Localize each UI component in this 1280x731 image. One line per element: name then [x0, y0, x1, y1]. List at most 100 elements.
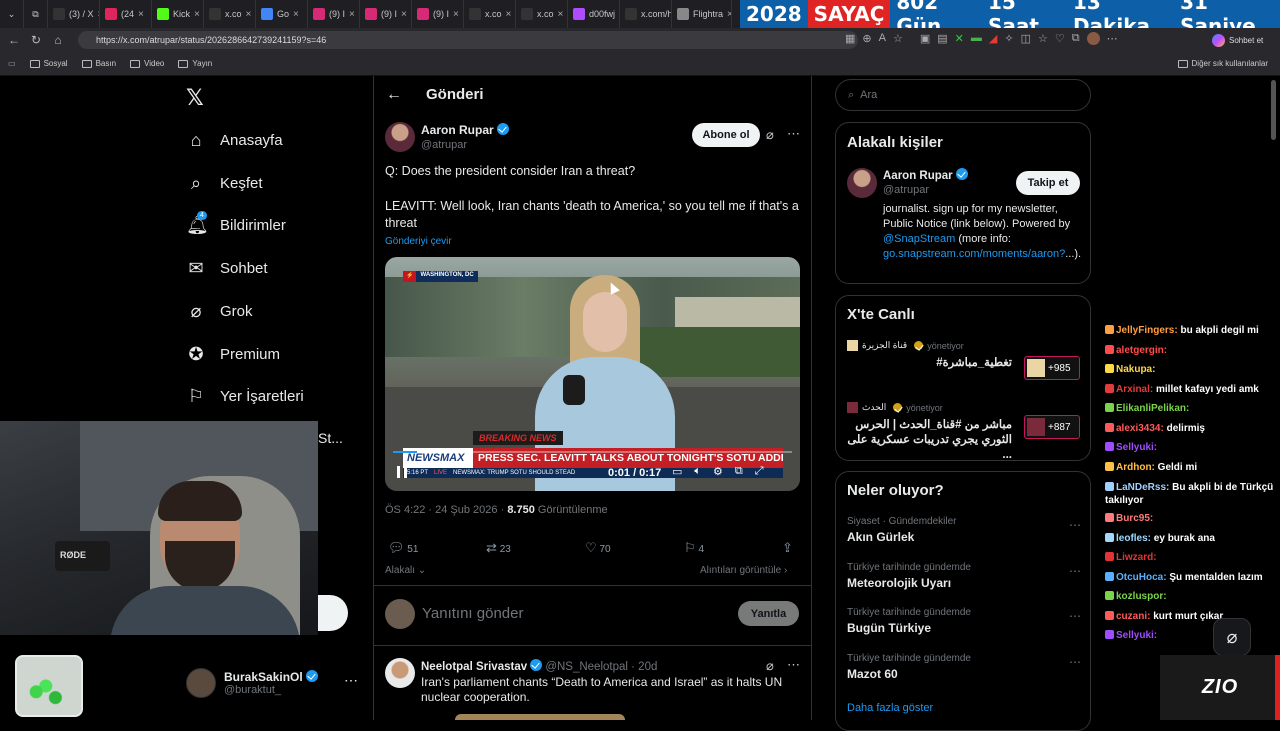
view-quotes-link[interactable]: Alıntıları görüntüle ›	[700, 565, 787, 576]
browser-tab[interactable]: x.co ×	[204, 0, 256, 28]
nav-item-partial[interactable]: St...	[318, 430, 343, 446]
browser-tab[interactable]: (9) I ×	[308, 0, 360, 28]
tab-close-icon[interactable]: ×	[349, 9, 355, 20]
workspaces-icon[interactable]: ⧉	[24, 0, 48, 28]
tab-close-icon[interactable]: ×	[138, 9, 144, 20]
post-timestamp[interactable]: ÖS 4:22 · 24 Şub 2026 ·	[385, 504, 504, 516]
person-handle[interactable]: @atrupar	[883, 184, 929, 196]
browser-tab[interactable]: x.co ×	[464, 0, 516, 28]
tab-menu-button[interactable]: ⌄	[0, 0, 24, 28]
follow-button[interactable]: Takip et	[1016, 171, 1080, 195]
extensions-puzzle-icon[interactable]: ✧	[1004, 32, 1013, 45]
tab-close-icon[interactable]: ×	[246, 9, 252, 20]
more-icon[interactable]: ⋯	[1107, 32, 1118, 45]
account-switcher[interactable]: BurakSakinOl @buraktut_	[186, 668, 318, 698]
extension-icon[interactable]: ✕	[955, 32, 964, 45]
nav-item[interactable]: ✪ Premium	[186, 344, 280, 365]
bookmark-folder[interactable]: Sosyal	[29, 59, 68, 68]
extension-icon[interactable]: ▣	[920, 32, 930, 45]
live-space-item[interactable]: قناة الجزيرة yönetiyor تغطية_مباشرة# +985	[847, 340, 1081, 398]
bookmark-folder[interactable]: Basın	[81, 59, 116, 68]
person-avatar[interactable]	[847, 168, 877, 198]
tab-close-icon[interactable]: ×	[401, 9, 407, 20]
favorite-star-icon[interactable]: ☆	[893, 32, 903, 45]
fullscreen-icon[interactable]: ⤢	[755, 465, 764, 478]
trend-item[interactable]: Türkiye tarihinde gündemde Meteorolojik U…	[847, 562, 1081, 590]
url-field[interactable]: https://x.com/atrupar/status/20262866427…	[78, 31, 858, 49]
settings-icon[interactable]: ⚙︎	[713, 465, 723, 478]
author-name[interactable]: Aaron Rupar	[421, 123, 494, 137]
back-arrow-icon[interactable]: ←	[386, 86, 402, 104]
repost-action[interactable]: ⇄ 23	[486, 540, 511, 556]
tab-close-icon[interactable]: ×	[727, 9, 731, 20]
bio-url-link[interactable]: go.snapstream.com/moments/aaron?	[883, 248, 1065, 260]
reload-icon[interactable]: ↻	[25, 29, 47, 51]
browser-tab[interactable]: Kick ×	[152, 0, 204, 28]
reply-handle[interactable]: @NS_Neelotpal	[545, 661, 628, 673]
picture-in-picture-icon[interactable]: ⧉	[735, 465, 743, 478]
extension-icon[interactable]: ▬	[971, 32, 982, 45]
video-player[interactable]: ⚡ WASHINGTON, DC BREAKING NEWS NEWSMAX P…	[385, 257, 800, 491]
x-logo-icon[interactable]: 𝕏	[186, 86, 204, 111]
favorites-icon[interactable]: ☆	[1038, 32, 1048, 45]
tab-close-icon[interactable]: ×	[506, 9, 512, 20]
tab-close-icon[interactable]: ×	[453, 9, 459, 20]
nav-item[interactable]: 🔔︎ 4 Bildirimler	[186, 211, 286, 236]
bookmark-folder[interactable]: Video	[130, 59, 164, 68]
tab-close-icon[interactable]: ×	[194, 9, 200, 20]
back-icon[interactable]: ←	[3, 29, 25, 51]
person-name[interactable]: Aaron Rupar	[883, 170, 953, 182]
tab-close-icon[interactable]: ×	[558, 9, 564, 20]
trend-item[interactable]: Siyaset · Gündemdekiler Akın Gürlek ⋯	[847, 516, 1081, 544]
profile-avatar-icon[interactable]	[1086, 32, 1100, 45]
browser-tab[interactable]: d00fwj×	[568, 0, 620, 28]
reply-author[interactable]: Neelotpal Srivastav	[421, 661, 527, 673]
show-more-link[interactable]: Daha fazla göster	[847, 702, 933, 714]
reply-input[interactable]: Yanıtını gönder	[422, 605, 523, 622]
bookmark-manager-icon[interactable]: ▭	[8, 59, 16, 68]
reply-button[interactable]: Yanıtla	[738, 601, 799, 626]
account-more-icon[interactable]: ⋯	[344, 672, 358, 689]
pause-icon[interactable]	[397, 466, 407, 478]
share-icon[interactable]: ⇪	[782, 540, 793, 556]
browser-tab[interactable]: (9) I ×	[412, 0, 464, 28]
read-aloud-icon[interactable]: A	[879, 32, 886, 45]
reply-action[interactable]: 💬︎ 51	[388, 540, 418, 556]
live-space-item[interactable]: الحدث yönetiyor مباشر من #قناة_الحدث | الح…	[847, 402, 1081, 461]
like-action[interactable]: ♡ 70	[585, 540, 611, 556]
extension-icon[interactable]: ◢	[989, 32, 997, 45]
trend-more-icon[interactable]: ⋯	[1069, 609, 1081, 623]
nav-item[interactable]: ⌀ Grok	[186, 301, 253, 322]
browser-tab[interactable]: Go ×	[256, 0, 308, 28]
reply-grok-icon[interactable]: ⌀	[766, 658, 774, 674]
copilot-chat-button[interactable]: Sohbet et	[1212, 31, 1263, 49]
extension-icon[interactable]: ▤	[937, 32, 947, 45]
trend-more-icon[interactable]: ⋯	[1069, 655, 1081, 669]
author-handle[interactable]: @atrupar	[421, 139, 467, 151]
grok-icon[interactable]: ⌀	[766, 127, 774, 143]
trend-more-icon[interactable]: ⋯	[1069, 564, 1081, 578]
nav-item[interactable]: ⚐ Yer İşaretleri	[186, 386, 304, 407]
translate-link[interactable]: Gönderiyi çevir	[385, 236, 452, 247]
browser-tab[interactable]: x.co ×	[516, 0, 568, 28]
bio-mention-link[interactable]: @SnapStream	[883, 233, 955, 245]
bookmark-folder[interactable]: Yayın	[178, 59, 212, 68]
post-more-icon[interactable]: ⋯	[787, 126, 800, 142]
video-progress-track[interactable]	[393, 451, 792, 453]
collections-icon[interactable]: ⧉	[1072, 32, 1080, 45]
captions-icon[interactable]: ▭	[672, 465, 682, 478]
other-bookmarks[interactable]: Diğer sık kullanılanlar	[1177, 59, 1268, 68]
tab-close-icon[interactable]: ×	[293, 9, 299, 20]
zoom-icon[interactable]: ⊕	[862, 32, 871, 45]
trend-more-icon[interactable]: ⋯	[1069, 518, 1081, 532]
browser-tab[interactable]: (3) / X×	[48, 0, 100, 28]
browser-tab[interactable]: Flightra×	[672, 0, 732, 28]
bookmark-action[interactable]: ⚐ 4	[684, 540, 704, 556]
trend-item[interactable]: Türkiye tarihinde gündemde Bugün Türkiye ⋯	[847, 607, 1081, 635]
reply-more-icon[interactable]: ⋯	[787, 657, 800, 673]
author-avatar[interactable]	[385, 122, 415, 152]
trend-item[interactable]: Türkiye tarihinde gündemde Mazot 60 ⋯	[847, 653, 1081, 681]
grok-floating-button[interactable]: ⌀	[1213, 618, 1251, 656]
browser-tab[interactable]: (9) I ×	[360, 0, 412, 28]
heart-icon[interactable]: ♡	[1055, 32, 1065, 45]
